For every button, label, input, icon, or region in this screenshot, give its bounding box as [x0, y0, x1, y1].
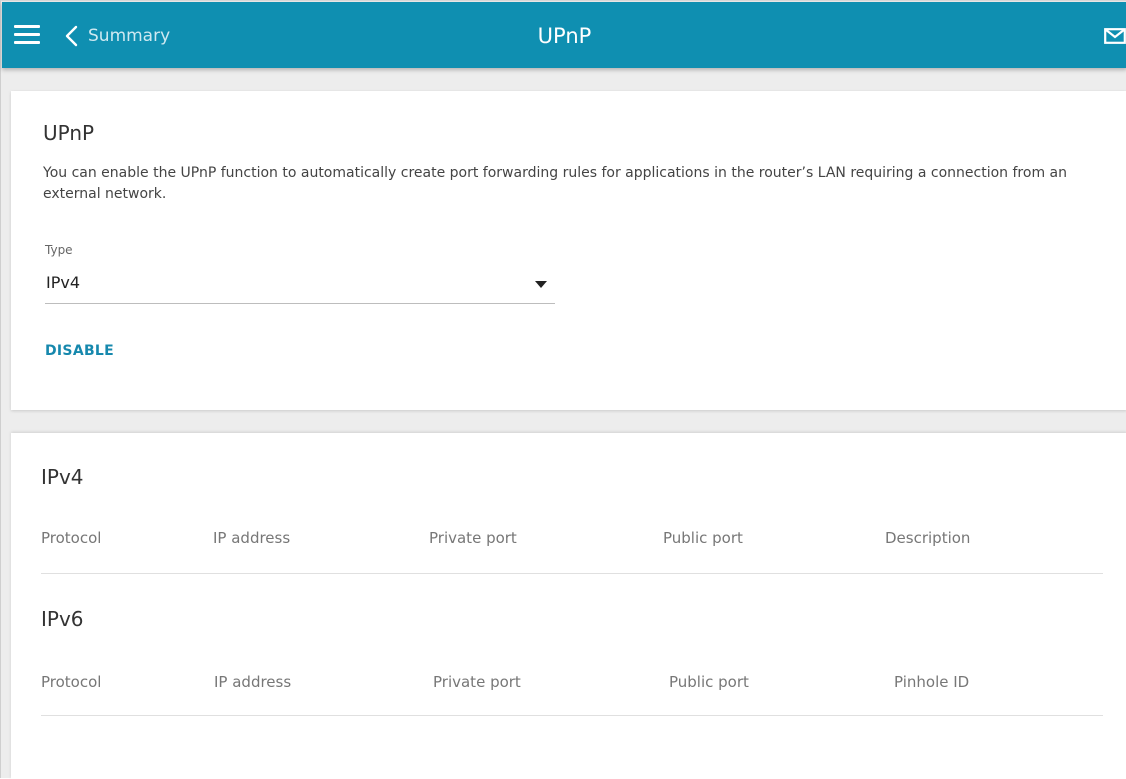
column-private-port: Private port	[433, 673, 521, 691]
app-frame: Summary UPnP UPnP You can enable the UPn…	[0, 0, 1126, 779]
column-public-port: Public port	[663, 529, 743, 547]
column-pinhole-id: Pinhole ID	[894, 673, 970, 691]
upnp-section-title: UPnP	[43, 121, 95, 145]
ipv4-table-divider	[41, 573, 1103, 574]
page-title: UPnP	[537, 24, 592, 48]
type-field-label: Type	[45, 243, 73, 257]
column-public-port: Public port	[669, 673, 749, 691]
ipv6-table-divider	[41, 715, 1103, 716]
upnp-rules-card: IPv4 Protocol IP address Private port Pu…	[11, 433, 1126, 779]
column-protocol: Protocol	[41, 673, 102, 691]
column-protocol: Protocol	[41, 529, 102, 547]
column-ip-address: IP address	[213, 529, 291, 547]
column-ip-address: IP address	[214, 673, 292, 691]
ipv6-table-header: Protocol IP address Private port Public …	[41, 673, 1103, 713]
mail-icon[interactable]	[1104, 28, 1126, 44]
ipv4-section-title: IPv4	[41, 465, 84, 489]
upnp-settings-card: UPnP You can enable the UPnP function to…	[11, 91, 1126, 410]
ipv6-section-title: IPv6	[41, 607, 84, 631]
column-private-port: Private port	[429, 529, 517, 547]
column-description: Description	[885, 529, 971, 547]
dropdown-arrow-icon	[535, 281, 547, 288]
type-select-value: IPv4	[46, 273, 81, 292]
disable-button[interactable]: DISABLE	[45, 343, 114, 359]
ipv4-table-header: Protocol IP address Private port Public …	[41, 529, 1103, 569]
type-select[interactable]: IPv4	[45, 264, 555, 304]
top-bar: Summary UPnP	[2, 2, 1126, 68]
upnp-description: You can enable the UPnP function to auto…	[43, 165, 1067, 202]
